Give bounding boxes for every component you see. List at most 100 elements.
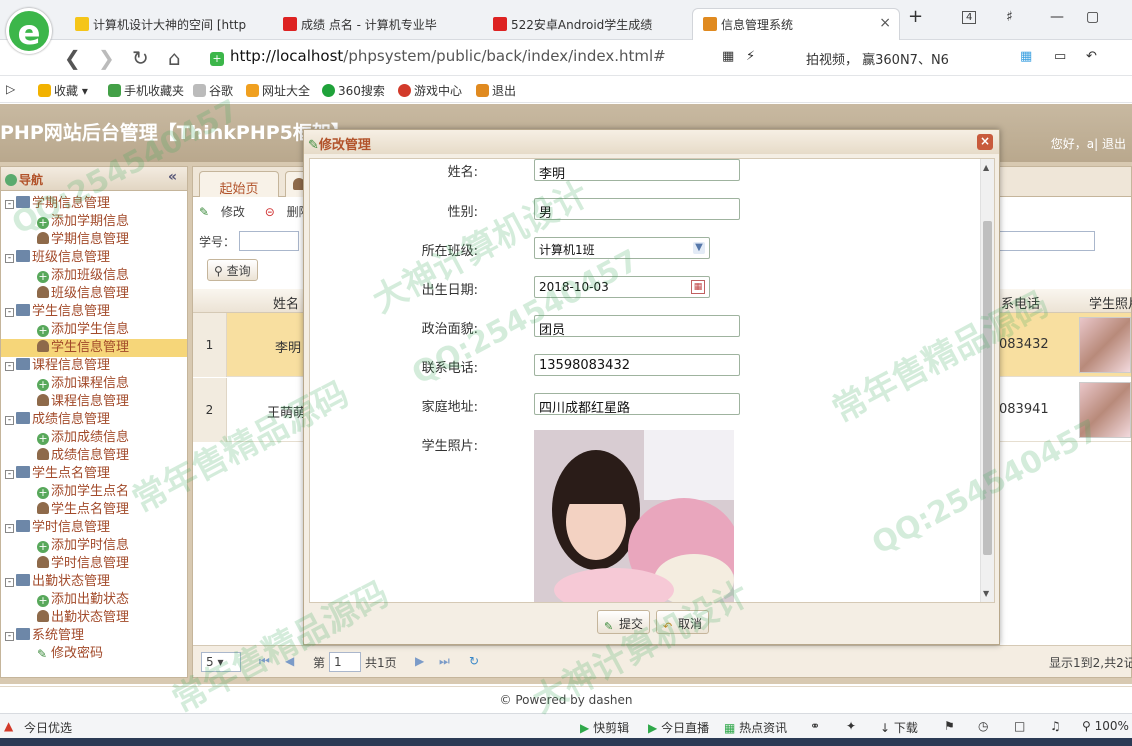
- reload-icon[interactable]: ↻: [132, 46, 149, 70]
- scroll-thumb[interactable]: [983, 221, 992, 555]
- apps-icon[interactable]: ▦: [1020, 49, 1032, 64]
- search-hint[interactable]: 拍视频， 赢360N7、N6: [806, 49, 949, 68]
- tab-count-badge[interactable]: 4: [962, 11, 977, 24]
- tree-item[interactable]: 学生点名管理: [1, 501, 187, 519]
- collapse-icon[interactable]: «: [168, 169, 177, 185]
- tree-item[interactable]: + 添加学生信息: [1, 321, 187, 339]
- new-tab-button[interactable]: +: [908, 6, 923, 27]
- chevron-down-icon[interactable]: ▼: [693, 242, 705, 254]
- status-item-live[interactable]: ▶ 今日直播: [648, 719, 709, 736]
- edit-button[interactable]: ✎ 修改: [199, 205, 253, 219]
- phone-field[interactable]: 13598083432: [534, 354, 740, 376]
- tree-group[interactable]: - 课程信息管理: [1, 357, 187, 375]
- pin-icon[interactable]: ✦: [846, 719, 856, 733]
- calendar-icon[interactable]: ▦: [691, 280, 705, 294]
- refresh-icon[interactable]: ↻: [469, 654, 479, 668]
- tree-group[interactable]: - 出勤状态管理: [1, 573, 187, 591]
- tree-item[interactable]: 成绩信息管理: [1, 447, 187, 465]
- tree-group[interactable]: - 学时信息管理: [1, 519, 187, 537]
- window-icon[interactable]: □: [1014, 719, 1025, 733]
- tree-group[interactable]: - 学期信息管理: [1, 195, 187, 213]
- birth-date-field[interactable]: 2018-10-03 ▦: [534, 276, 710, 298]
- ie-icon[interactable]: ◷: [978, 719, 988, 733]
- tree-group[interactable]: - 系统管理: [1, 627, 187, 645]
- lightning-icon[interactable]: ⚡: [746, 49, 755, 64]
- tree-item[interactable]: 学期信息管理: [1, 231, 187, 249]
- volume-icon[interactable]: ♫: [1050, 719, 1061, 733]
- tree-item[interactable]: 班级信息管理: [1, 285, 187, 303]
- submit-button[interactable]: ✎ 提交: [597, 610, 651, 634]
- forward-icon[interactable]: ❯: [98, 46, 115, 70]
- tree-item[interactable]: + 添加学生点名: [1, 483, 187, 501]
- page-number-input[interactable]: 1: [329, 652, 361, 672]
- tree-group[interactable]: - 班级信息管理: [1, 249, 187, 267]
- qr-icon[interactable]: ▦: [722, 49, 734, 64]
- tree-group[interactable]: - 成绩信息管理: [1, 411, 187, 429]
- collapse-toggle-icon[interactable]: -: [5, 416, 14, 425]
- query-button[interactable]: ⚲ 查询: [207, 259, 258, 281]
- column-name[interactable]: 姓名: [273, 293, 299, 312]
- collapse-toggle-icon[interactable]: -: [5, 362, 14, 371]
- browser-tab-active[interactable]: 信息管理系统 ×: [692, 8, 900, 40]
- bookmark-favorites[interactable]: 收藏 ▾: [38, 82, 88, 99]
- collapse-toggle-icon[interactable]: -: [5, 524, 14, 533]
- collapse-toggle-icon[interactable]: -: [5, 308, 14, 317]
- tree-item[interactable]: ✎ 修改密码: [1, 645, 187, 663]
- tree-group[interactable]: - 学生点名管理: [1, 465, 187, 483]
- tree-item[interactable]: + 添加班级信息: [1, 267, 187, 285]
- tree-item[interactable]: + 添加学期信息: [1, 213, 187, 231]
- first-page-icon[interactable]: ⏮: [259, 654, 270, 669]
- tree-item[interactable]: + 添加学时信息: [1, 537, 187, 555]
- column-photo[interactable]: 学生照片: [1089, 293, 1132, 312]
- user-info[interactable]: 您好，a| 退出: [1051, 135, 1126, 152]
- tab-start-page[interactable]: 起始页: [199, 171, 279, 197]
- gender-field[interactable]: 男: [534, 198, 740, 221]
- page-size-select[interactable]: 5 ▾: [201, 652, 241, 672]
- tree-item[interactable]: 课程信息管理: [1, 393, 187, 411]
- url-input[interactable]: + http://localhost/phpsystem/public/back/…: [210, 47, 710, 71]
- back-icon[interactable]: ❮: [64, 46, 81, 70]
- bookmark-google[interactable]: 谷歌: [193, 82, 233, 99]
- undo-icon[interactable]: ↶: [1086, 49, 1097, 64]
- address-field[interactable]: 四川成都红星路: [534, 393, 740, 416]
- cancel-button[interactable]: ↶ 取消: [656, 610, 710, 634]
- collapse-toggle-icon[interactable]: -: [5, 470, 14, 479]
- status-item-clip[interactable]: ▶ 快剪辑: [580, 719, 629, 736]
- name-field[interactable]: 李明: [534, 159, 740, 182]
- maximize-icon[interactable]: ▢: [1086, 9, 1099, 25]
- tree-item[interactable]: + 添加出勤状态: [1, 591, 187, 609]
- collapse-toggle-icon[interactable]: -: [5, 578, 14, 587]
- home-icon[interactable]: ⌂: [168, 46, 181, 70]
- sidebar-toggle-icon[interactable]: ▷: [6, 82, 15, 96]
- minimize-icon[interactable]: —: [1050, 9, 1064, 25]
- last-page-icon[interactable]: ⏭: [439, 654, 450, 669]
- status-item-download[interactable]: ↓ 下载: [880, 719, 918, 736]
- browser-tab-1[interactable]: 计算机设计大神的空间 [http: [64, 8, 269, 40]
- zoom-level[interactable]: ⚲ 100%: [1082, 719, 1129, 733]
- bookmark-games[interactable]: 游戏中心: [398, 82, 462, 99]
- browser-tab-2[interactable]: 成绩 点名 - 计算机专业毕: [272, 8, 477, 40]
- collapse-toggle-icon[interactable]: -: [5, 254, 14, 263]
- bookmark-sites[interactable]: 网址大全: [246, 82, 310, 99]
- speed-icon[interactable]: ⚭: [810, 719, 820, 733]
- status-item-news[interactable]: ▦ 热点资讯: [724, 719, 787, 736]
- browser-tab-3[interactable]: 522安卓Android学生成绩: [482, 8, 687, 40]
- bookmark-360search[interactable]: 360搜索: [322, 82, 385, 99]
- tree-item[interactable]: + 添加课程信息: [1, 375, 187, 393]
- tree-item[interactable]: + 添加成绩信息: [1, 429, 187, 447]
- tree-item[interactable]: 学时信息管理: [1, 555, 187, 573]
- next-page-icon[interactable]: ▶: [415, 654, 424, 668]
- bookmark-exit[interactable]: 退出: [476, 82, 516, 99]
- tree-item[interactable]: 学生信息管理: [1, 339, 187, 357]
- student-id-input[interactable]: [239, 231, 299, 251]
- search-input-right[interactable]: [999, 231, 1095, 251]
- flag-icon[interactable]: ⚑: [944, 719, 955, 733]
- collapse-toggle-icon[interactable]: -: [5, 200, 14, 209]
- close-icon[interactable]: ×: [977, 134, 993, 150]
- close-icon[interactable]: ×: [879, 15, 891, 31]
- tree-group[interactable]: - 学生信息管理: [1, 303, 187, 321]
- prev-page-icon[interactable]: ◀: [285, 654, 294, 668]
- collapse-toggle-icon[interactable]: -: [5, 632, 14, 641]
- reader-icon[interactable]: ▭: [1054, 49, 1066, 64]
- scroll-up-icon[interactable]: ▲: [983, 163, 989, 172]
